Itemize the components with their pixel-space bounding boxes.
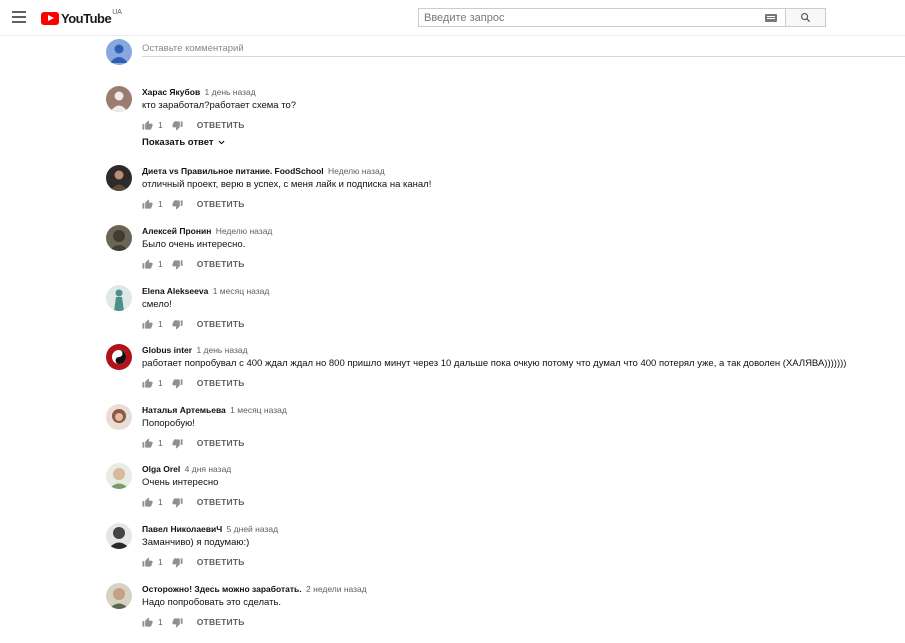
comment-item: Харас Якубов 1 день назад кто заработал?… (106, 86, 896, 142)
comment-author[interactable]: Наталья Артемьева (142, 405, 226, 415)
thumb-down-icon[interactable] (172, 617, 183, 628)
thumb-up-icon[interactable] (142, 198, 153, 210)
comment-time[interactable]: Неделю назад (216, 226, 273, 236)
comment-item: Наталья Артемьева 1 месяц назад Попоробу… (106, 404, 896, 460)
hamburger-menu-icon[interactable] (12, 11, 26, 23)
comment-text: Очень интересно (142, 477, 219, 488)
comment-text: смело! (142, 299, 172, 310)
comment-item: Осторожно! Здесь можно заработать. 2 нед… (106, 583, 896, 639)
comment-author[interactable]: Globus inter (142, 345, 192, 355)
comment-author[interactable]: Харас Якубов (142, 87, 200, 97)
default-user-icon (110, 44, 128, 63)
thumb-up-icon[interactable] (142, 377, 153, 389)
reply-button[interactable]: ОТВЕТИТЬ (197, 617, 245, 627)
thumb-down-icon[interactable] (172, 438, 183, 449)
comment-text: Было очень интересно. (142, 239, 246, 250)
reply-button[interactable]: ОТВЕТИТЬ (197, 199, 245, 209)
search-button[interactable] (785, 8, 826, 27)
comment-item: Olga Orel 4 дня назад Очень интересно 1 … (106, 463, 896, 519)
user-avatar (106, 39, 132, 65)
reply-button[interactable]: ОТВЕТИТЬ (197, 319, 245, 329)
avatar[interactable] (106, 583, 132, 609)
keyboard-icon[interactable] (765, 14, 777, 22)
thumb-down-icon[interactable] (172, 557, 183, 568)
like-count: 1 (158, 497, 163, 507)
comment-item: Алексей Пронин Неделю назад Было очень и… (106, 225, 896, 281)
comment-author[interactable]: Осторожно! Здесь можно заработать. (142, 584, 302, 594)
comment-time[interactable]: 1 месяц назад (213, 286, 270, 296)
like-count: 1 (158, 378, 163, 388)
thumb-up-icon[interactable] (142, 318, 153, 330)
avatar[interactable] (106, 404, 132, 430)
comment-time[interactable]: Неделю назад (328, 166, 385, 176)
logo-text: YouTube (61, 10, 112, 26)
comment-text: отличный проект, верю в успех, с меня ла… (142, 179, 432, 190)
comment-text: Попоробую! (142, 418, 195, 429)
avatar[interactable] (106, 344, 132, 370)
logo-country: UA (112, 8, 122, 16)
comment-time[interactable]: 2 недели назад (306, 584, 367, 594)
youtube-logo[interactable]: YouTube UA (41, 8, 122, 26)
thumb-up-icon[interactable] (142, 556, 153, 568)
avatar[interactable] (106, 523, 132, 549)
reply-button[interactable]: ОТВЕТИТЬ (197, 438, 245, 448)
reply-button[interactable]: ОТВЕТИТЬ (197, 497, 245, 507)
thumb-down-icon[interactable] (172, 120, 183, 131)
thumb-down-icon[interactable] (172, 378, 183, 389)
avatar[interactable] (106, 285, 132, 311)
comment-item: Elena Alekseeva 1 месяц назад смело! 1 О… (106, 285, 896, 341)
avatar[interactable] (106, 225, 132, 251)
thumb-up-icon[interactable] (142, 437, 153, 449)
search-box[interactable] (418, 8, 785, 27)
like-count: 1 (158, 120, 163, 130)
show-reply-button[interactable]: Показать ответ (142, 137, 226, 148)
comment-author[interactable]: Алексей Пронин (142, 226, 211, 236)
comment-author[interactable]: Диета vs Правильное питание. FoodSchool (142, 166, 324, 176)
like-count: 1 (158, 319, 163, 329)
thumb-up-icon[interactable] (142, 616, 153, 628)
comment-time[interactable]: 4 дня назад (185, 464, 232, 474)
masthead: YouTube UA (0, 0, 905, 36)
chevron-down-icon (218, 140, 225, 145)
comment-item: Диета vs Правильное питание. FoodSchool … (106, 165, 896, 221)
search-icon (801, 13, 811, 23)
thumb-up-icon[interactable] (142, 258, 153, 270)
comment-text: работает попробувал с 400 ждал ждал но 8… (142, 358, 847, 369)
comment-author[interactable]: Павел НиколаевиЧ (142, 524, 222, 534)
search-input[interactable] (419, 11, 749, 24)
avatar[interactable] (106, 463, 132, 489)
comment-text: Надо попробовать это сделать. (142, 597, 282, 608)
comment-time[interactable]: 1 день назад (205, 87, 256, 97)
play-logo-icon (41, 11, 59, 25)
thumb-down-icon[interactable] (172, 259, 183, 270)
comment-item: Павел НиколаевиЧ 5 дней назад Заманчиво)… (106, 523, 896, 579)
thumb-down-icon[interactable] (172, 319, 183, 330)
thumb-down-icon[interactable] (172, 497, 183, 508)
like-count: 1 (158, 557, 163, 567)
comment-text: Заманчиво) я подумаю:) (142, 537, 250, 548)
show-reply-label: Показать ответ (142, 137, 214, 148)
avatar[interactable] (106, 86, 132, 112)
reply-button[interactable]: ОТВЕТИТЬ (197, 259, 245, 269)
reply-button[interactable]: ОТВЕТИТЬ (197, 120, 245, 130)
like-count: 1 (158, 617, 163, 627)
reply-button[interactable]: ОТВЕТИТЬ (197, 557, 245, 567)
like-count: 1 (158, 199, 163, 209)
avatar[interactable] (106, 165, 132, 191)
thumb-up-icon[interactable] (142, 496, 153, 508)
like-count: 1 (158, 259, 163, 269)
comment-text: кто заработал?работает схема то? (142, 100, 297, 111)
thumb-down-icon[interactable] (172, 199, 183, 210)
like-count: 1 (158, 438, 163, 448)
comment-item: Globus inter 1 день назад работает попро… (106, 344, 896, 400)
comment-author[interactable]: Elena Alekseeva (142, 286, 208, 296)
comment-time[interactable]: 1 месяц назад (230, 405, 287, 415)
comment-author[interactable]: Olga Orel (142, 464, 180, 474)
reply-button[interactable]: ОТВЕТИТЬ (197, 378, 245, 388)
comment-time[interactable]: 5 дней назад (227, 524, 279, 534)
comment-input[interactable] (142, 40, 905, 57)
comment-time[interactable]: 1 день назад (196, 345, 247, 355)
add-comment-row (106, 38, 905, 68)
thumb-up-icon[interactable] (142, 119, 153, 131)
